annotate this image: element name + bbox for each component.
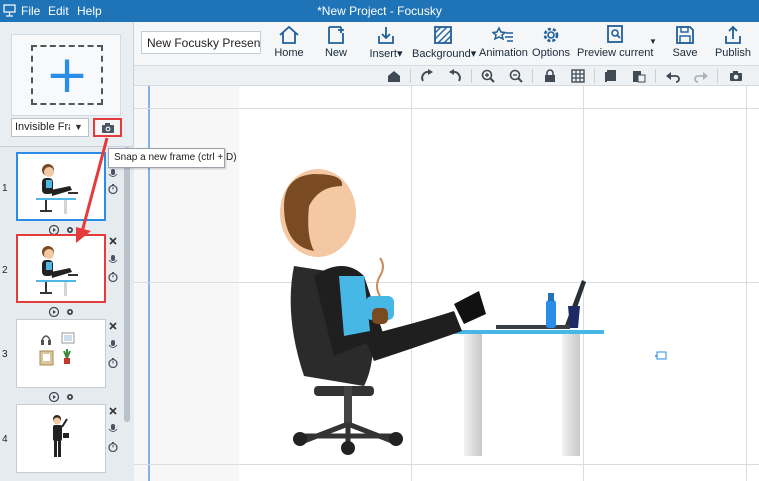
thumbnail-image [36, 164, 78, 214]
thumbnail-image [53, 415, 69, 457]
grid-icon[interactable] [571, 69, 585, 83]
rotate-left-icon[interactable] [448, 69, 462, 83]
editing-canvas[interactable] [134, 86, 759, 481]
rotate-right-icon[interactable] [420, 69, 434, 83]
dropdown-arrow-icon: ▼ [649, 37, 657, 46]
camera-icon [102, 123, 114, 133]
preview-current-button[interactable]: Preview current [577, 24, 653, 64]
publish-icon [725, 25, 741, 44]
timer-icon[interactable] [108, 442, 118, 452]
project-name-field[interactable]: New Focusky Presenta [141, 31, 261, 54]
timer-icon[interactable] [108, 358, 118, 368]
microphone-icon[interactable] [108, 340, 118, 350]
lock-icon[interactable] [543, 69, 557, 83]
canvas-toolbar [134, 66, 759, 86]
home-icon[interactable] [387, 69, 401, 83]
water-bottle [546, 300, 556, 328]
frame-actions [48, 391, 73, 403]
camera-icon[interactable] [729, 69, 743, 83]
paste-icon[interactable] [632, 69, 646, 83]
divider [410, 69, 411, 83]
shoes [454, 291, 486, 324]
dropdown-arrow-icon[interactable]: ▼ [70, 122, 87, 134]
snap-frame-button[interactable] [93, 118, 122, 137]
frame-thumbnail-2[interactable] [16, 234, 106, 303]
plus-icon: + [45, 45, 89, 105]
save-icon [676, 26, 694, 44]
microphone-icon[interactable] [108, 169, 118, 179]
thumbnail-scrollbar[interactable] [124, 147, 130, 422]
frames-panel: + Invisible Fran ▼ 1 2 3 4 [0, 22, 134, 481]
zoom-out-icon[interactable] [509, 69, 523, 83]
microphone-icon[interactable] [108, 255, 118, 265]
frame-number: 3 [2, 349, 8, 360]
frame-thumbnail-list: 1 2 3 4 [0, 146, 134, 481]
window-title: *New Project - Focusky [317, 4, 442, 18]
close-icon[interactable] [108, 406, 118, 416]
home-button[interactable]: Home [269, 24, 309, 64]
thumbnail-image [39, 332, 75, 366]
home-icon [279, 25, 299, 44]
insert-button[interactable]: Insert▾ [362, 24, 410, 64]
add-frame-button[interactable]: + [11, 34, 121, 116]
preview-dropdown-arrow[interactable]: ▼ [648, 24, 658, 64]
desk-top [442, 330, 604, 334]
desk-leg [464, 334, 482, 456]
undo-icon[interactable] [666, 69, 680, 83]
background-icon [434, 26, 452, 44]
copy-icon[interactable] [604, 69, 618, 83]
laptop-base [496, 325, 570, 329]
animation-icon [492, 26, 513, 42]
new-frame-icon [328, 26, 344, 44]
frame-marker-icon[interactable] [655, 351, 667, 361]
frame-number: 2 [2, 265, 8, 276]
timer-icon[interactable] [108, 272, 118, 282]
background-button[interactable]: Background▾ [412, 24, 476, 64]
divider [655, 69, 656, 83]
thumbnail-image [36, 246, 78, 296]
businessman-illustration[interactable] [134, 86, 759, 481]
close-icon[interactable] [108, 321, 118, 331]
main-toolbar: New Focusky Presenta Home New Insert▾ Ba… [134, 22, 759, 66]
frame-actions [48, 306, 73, 318]
frame-number: 4 [2, 434, 8, 445]
save-button[interactable]: Save [669, 24, 701, 64]
cup [568, 306, 580, 328]
title-bar: File Edit Help *New Project - Focusky [0, 0, 759, 22]
divider [594, 69, 595, 83]
frame-thumbnail-3[interactable] [16, 319, 106, 388]
snap-tooltip: Snap a new frame (ctrl + D) [108, 148, 237, 168]
preview-icon [606, 25, 623, 43]
animation-button[interactable]: Animation [479, 24, 528, 64]
insert-icon [378, 27, 394, 44]
frame-number: 1 [2, 183, 8, 194]
redo-icon[interactable] [694, 69, 708, 83]
frame-thumbnail-1[interactable] [16, 152, 106, 221]
new-button[interactable]: New [319, 24, 353, 64]
frame-thumbnail-4[interactable] [16, 404, 106, 473]
timer-icon[interactable] [108, 184, 118, 194]
close-icon[interactable] [108, 236, 118, 246]
gear-icon [543, 27, 559, 43]
divider [471, 69, 472, 83]
publish-button[interactable]: Publish [713, 24, 753, 64]
coffee-cup [372, 308, 388, 324]
divider [717, 69, 718, 83]
zoom-in-icon[interactable] [481, 69, 495, 83]
options-button[interactable]: Options [531, 24, 571, 64]
divider [532, 69, 533, 83]
desk-leg [562, 334, 580, 456]
microphone-icon[interactable] [108, 424, 118, 434]
